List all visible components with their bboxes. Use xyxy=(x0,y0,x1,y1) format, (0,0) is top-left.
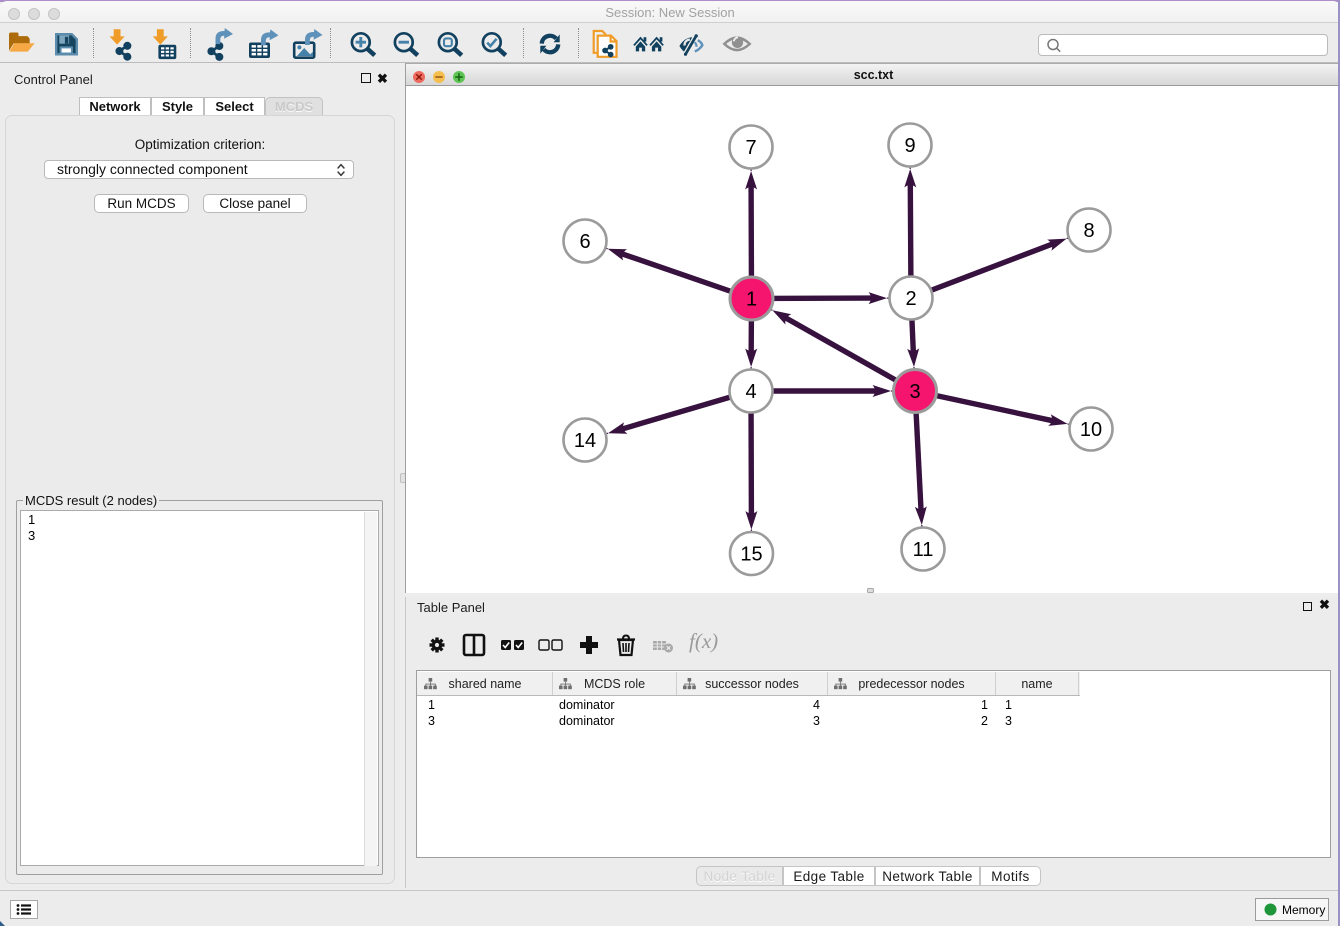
svg-text:4: 4 xyxy=(745,381,756,403)
svg-text:1: 1 xyxy=(746,289,757,311)
svg-text:9: 9 xyxy=(904,135,915,157)
svg-text:2: 2 xyxy=(905,288,916,310)
svg-text:6: 6 xyxy=(579,231,590,253)
svg-text:11: 11 xyxy=(913,539,934,561)
svg-text:14: 14 xyxy=(574,430,596,452)
svg-text:15: 15 xyxy=(740,544,762,566)
svg-text:3: 3 xyxy=(909,381,920,403)
svg-text:8: 8 xyxy=(1083,220,1094,242)
svg-text:7: 7 xyxy=(745,137,756,159)
svg-text:10: 10 xyxy=(1080,419,1102,441)
